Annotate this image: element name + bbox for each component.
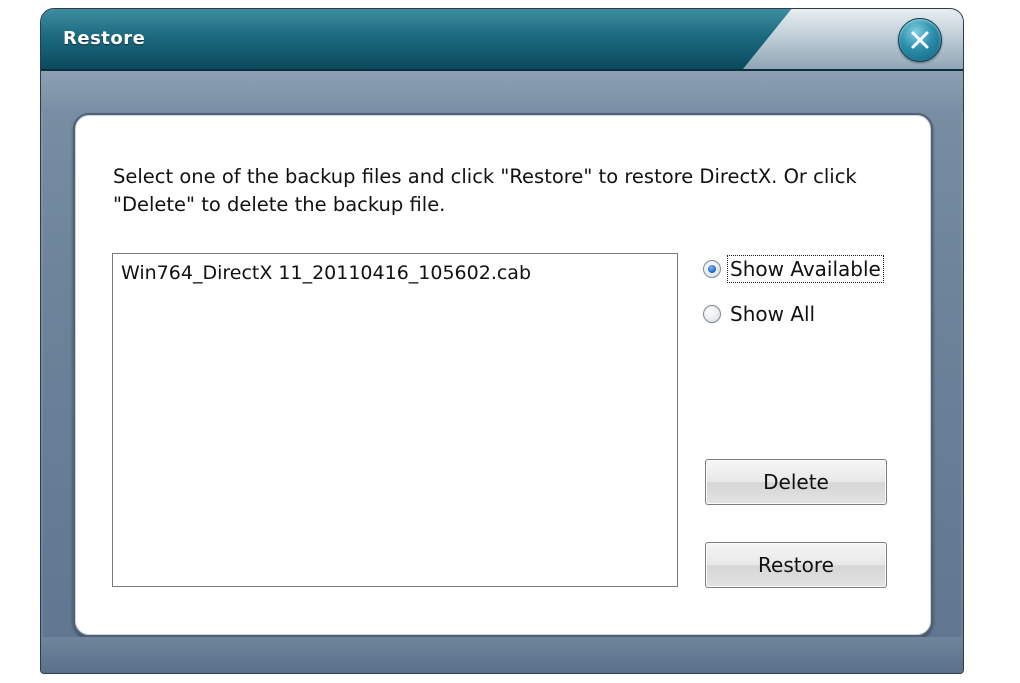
show-all-label[interactable]: Show All bbox=[729, 302, 816, 326]
window-title: Restore bbox=[63, 28, 146, 49]
restore-dialog: Restore Select one of the backup files a… bbox=[40, 8, 964, 674]
close-button[interactable] bbox=[898, 18, 942, 62]
title-bar[interactable]: Restore bbox=[41, 9, 963, 71]
header-band bbox=[41, 71, 963, 111]
list-item[interactable]: Win764_DirectX 11_20110416_105602.cab bbox=[121, 262, 531, 284]
close-icon bbox=[911, 31, 929, 49]
backup-file-list[interactable]: Win764_DirectX 11_20110416_105602.cab bbox=[112, 253, 678, 587]
show-available-radio[interactable] bbox=[703, 260, 721, 278]
show-all-option[interactable]: Show All bbox=[703, 302, 816, 326]
show-all-radio[interactable] bbox=[703, 305, 721, 323]
restore-button[interactable]: Restore bbox=[705, 542, 887, 588]
footer-band bbox=[41, 637, 963, 673]
instruction-text: Select one of the backup files and click… bbox=[113, 165, 857, 216]
show-available-option[interactable]: Show Available bbox=[703, 255, 884, 283]
delete-button[interactable]: Delete bbox=[705, 459, 887, 505]
content-panel: Select one of the backup files and click… bbox=[73, 113, 933, 637]
show-available-label[interactable]: Show Available bbox=[727, 255, 884, 283]
